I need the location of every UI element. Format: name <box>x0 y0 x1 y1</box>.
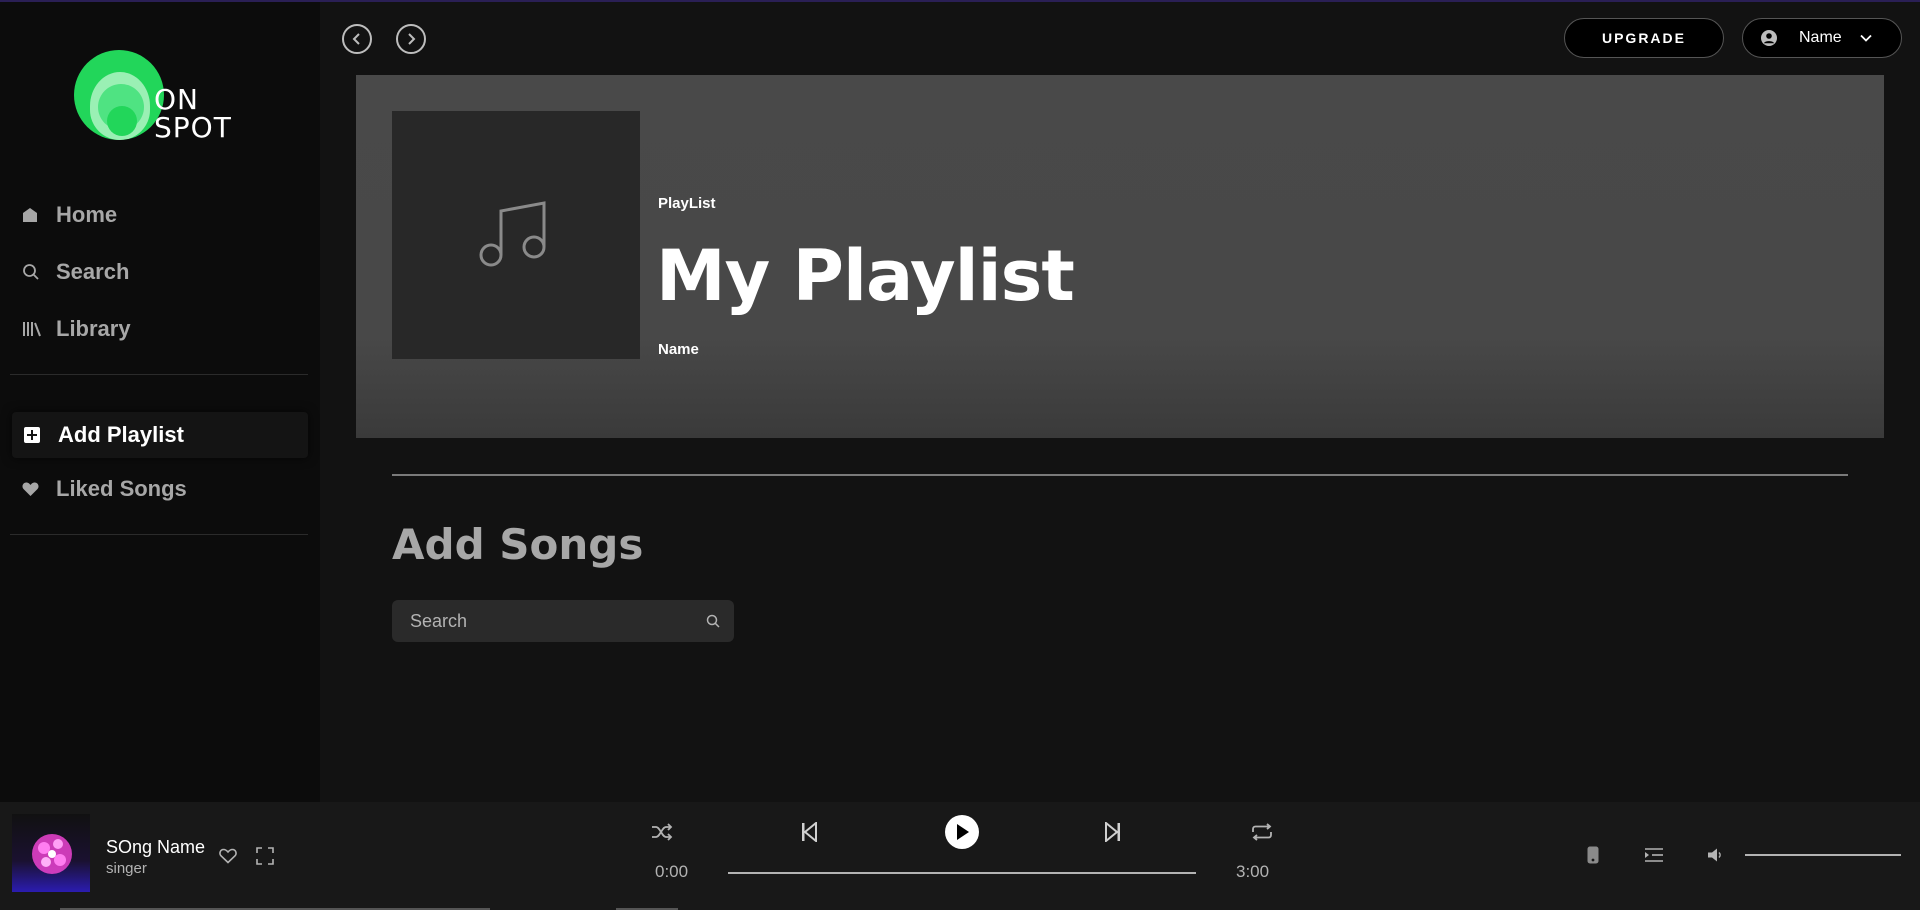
progress-bar[interactable] <box>728 872 1196 874</box>
skip-forward-icon <box>1105 822 1120 842</box>
playlist-type-label: PlayList <box>658 195 716 212</box>
next-button[interactable] <box>1101 820 1125 844</box>
sidebar-item-home[interactable]: Home <box>22 198 312 232</box>
player-bar: SOng Name singer 0:00 3:00 <box>0 802 1920 910</box>
sidebar-item-search[interactable]: Search <box>22 255 312 289</box>
sidebar-item-label: Search <box>56 259 130 284</box>
chevron-down-icon <box>1860 34 1872 42</box>
album-art-graphic <box>32 834 72 874</box>
back-button[interactable] <box>342 24 372 54</box>
heart-icon <box>22 477 56 501</box>
sidebar-item-label: Add Playlist <box>58 422 184 447</box>
shuffle-icon <box>652 823 673 841</box>
logo-text-line2: SPOT <box>154 111 232 144</box>
current-time: 0:00 <box>655 862 689 881</box>
search-icon[interactable] <box>706 614 720 628</box>
forward-button[interactable] <box>396 24 426 54</box>
expand-icon <box>256 847 274 865</box>
playlist-header: PlayList My Playlist Name <box>356 75 1884 438</box>
music-note-icon <box>479 201 546 267</box>
sidebar-item-label: Library <box>56 316 131 341</box>
sidebar-item-liked-songs[interactable]: Liked Songs <box>22 472 312 506</box>
now-playing-song-name[interactable]: SOng Name <box>106 837 205 858</box>
volume-slider[interactable] <box>1745 854 1901 856</box>
connect-device-button[interactable] <box>1583 844 1603 866</box>
song-search-box[interactable] <box>392 600 734 642</box>
device-icon <box>1587 846 1599 864</box>
shuffle-button[interactable] <box>650 820 674 844</box>
chevron-left-icon <box>352 33 360 45</box>
sidebar: ON SPOT Home Search Library Add Playlist… <box>0 2 320 802</box>
queue-button[interactable] <box>1642 844 1666 866</box>
now-playing-singer[interactable]: singer <box>106 860 147 877</box>
user-avatar-icon <box>1761 30 1777 46</box>
repeat-button[interactable] <box>1249 820 1275 844</box>
library-icon <box>22 317 56 341</box>
add-songs-heading: Add Songs <box>392 520 644 569</box>
user-name: Name <box>1799 29 1842 46</box>
main-content: UPGRADE Name PlayList My Playlist Name A… <box>320 2 1920 802</box>
skip-back-icon <box>802 822 817 842</box>
logo-text-line1: ON <box>154 83 199 116</box>
song-search-input[interactable] <box>410 610 706 632</box>
upgrade-button[interactable]: UPGRADE <box>1564 18 1724 58</box>
volume-icon <box>1708 848 1721 862</box>
plus-square-icon <box>24 423 58 447</box>
chevron-right-icon <box>408 33 416 45</box>
heart-outline-icon <box>219 848 237 864</box>
repeat-icon <box>1252 823 1272 841</box>
user-menu-button[interactable]: Name <box>1742 18 1902 58</box>
volume-button[interactable] <box>1704 844 1726 866</box>
queue-icon <box>1645 848 1663 862</box>
home-icon <box>22 203 56 227</box>
search-icon <box>22 260 56 284</box>
sidebar-item-label: Liked Songs <box>56 476 187 501</box>
play-icon <box>957 824 969 840</box>
sidebar-item-library[interactable]: Library <box>22 312 312 346</box>
sidebar-item-label: Home <box>56 202 118 227</box>
playlist-cover[interactable] <box>392 111 640 359</box>
previous-button[interactable] <box>797 820 821 844</box>
picture-in-picture-button[interactable] <box>255 846 275 866</box>
section-divider <box>392 474 1848 476</box>
sidebar-item-add-playlist[interactable]: Add Playlist <box>12 412 308 458</box>
like-button[interactable] <box>218 846 238 866</box>
total-time: 3:00 <box>1236 862 1270 881</box>
now-playing-album-art[interactable] <box>12 814 90 892</box>
sidebar-divider <box>10 534 308 535</box>
playlist-owner[interactable]: Name <box>658 341 699 358</box>
play-button[interactable] <box>945 815 979 849</box>
sidebar-divider <box>10 374 308 375</box>
app-logo[interactable]: ON SPOT <box>72 50 252 145</box>
playlist-title[interactable]: My Playlist <box>656 235 1075 317</box>
logo-core <box>107 106 137 136</box>
